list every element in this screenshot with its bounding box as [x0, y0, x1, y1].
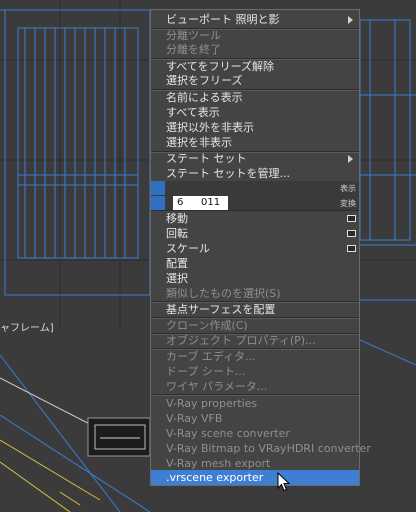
settings-box-icon[interactable] [347, 215, 356, 222]
menu-item-vray-vfb[interactable]: V-Ray VFB [151, 411, 359, 426]
submenu-arrow-icon [348, 16, 353, 24]
menu-item-unhide-all[interactable]: すべて表示 [151, 105, 359, 120]
menu-item-move[interactable]: 移動 [151, 211, 359, 226]
menu-item-place[interactable]: 配置 [151, 256, 359, 271]
menu-item-hide-unselected[interactable]: 選択以外を非表示 [151, 120, 359, 135]
menu-item-viewport-lighting[interactable]: ビューポート 照明と影 [151, 12, 359, 27]
menu-item-vray-mesh-export[interactable]: V-Ray mesh export [151, 456, 359, 471]
number-field-left: 6 [177, 197, 184, 208]
menu-item-dope-sheet[interactable]: ドープ シート... [151, 364, 359, 379]
number-field[interactable]: 6 011 [173, 196, 228, 210]
display-quadrant-header: 表示 [151, 181, 359, 196]
menu-item-label: ビューポート 照明と影 [166, 13, 280, 26]
viewport-label: ャフレーム] [0, 323, 54, 334]
menu-item-object-properties[interactable]: オブジェクト プロパティ(P)... [151, 333, 359, 348]
menu-item-manage-state-sets[interactable]: ステート セットを管理... [151, 166, 359, 181]
menu-item-isolate-tool[interactable]: 分離ツール [151, 28, 359, 43]
menu-item-curve-editor[interactable]: カーブ エディタ... [151, 349, 359, 364]
number-field-right: 011 [201, 197, 221, 208]
submenu-arrow-icon [348, 155, 353, 163]
quad-menu[interactable]: ビューポート 照明と影 分離ツール 分離を終了 すべてをフリーズ解除 選択をフリ… [150, 9, 371, 486]
menu-item-select[interactable]: 選択 [151, 271, 359, 286]
menu-item-clone[interactable]: クローン作成(C) [151, 318, 359, 333]
menu-item-scale[interactable]: スケール [151, 241, 359, 256]
menu-item-unhide-by-name[interactable]: 名前による表示 [151, 90, 359, 105]
settings-box-icon[interactable] [347, 230, 356, 237]
menu-item-wire-parameters[interactable]: ワイヤ パラメータ... [151, 379, 359, 394]
quadrant-color-swatch [151, 196, 165, 210]
quadrant-color-swatch [151, 181, 165, 195]
menu-item-vrscene-exporter[interactable]: .vrscene exporter [151, 470, 359, 485]
display-header-label: 表示 [340, 184, 356, 193]
menu-item-freeze-selection[interactable]: 選択をフリーズ [151, 73, 359, 88]
menu-item-place-pivot-surface[interactable]: 基点サーフェスを配置 [151, 302, 359, 317]
transform-header-label: 変換 [340, 199, 356, 208]
menu-item-state-sets[interactable]: ステート セット [151, 151, 359, 166]
menu-item-end-isolate[interactable]: 分離を終了 [151, 42, 359, 57]
menu-item-select-similar[interactable]: 類似したものを選択(S) [151, 286, 359, 301]
menu-item-vray-properties[interactable]: V-Ray properties [151, 396, 359, 411]
mouse-cursor-icon [277, 472, 291, 492]
menu-item-unfreeze-all[interactable]: すべてをフリーズ解除 [151, 59, 359, 74]
settings-box-icon[interactable] [347, 245, 356, 252]
menu-item-vray-scene-converter[interactable]: V-Ray scene converter [151, 426, 359, 441]
menu-item-vray-bitmap-converter[interactable]: V-Ray Bitmap to VRayHDRI converter [151, 441, 371, 456]
menu-item-hide-selection[interactable]: 選択を非表示 [151, 135, 359, 150]
menu-item-rotate[interactable]: 回転 [151, 226, 359, 241]
transform-quadrant-header: 6 011 変換 [151, 196, 359, 211]
